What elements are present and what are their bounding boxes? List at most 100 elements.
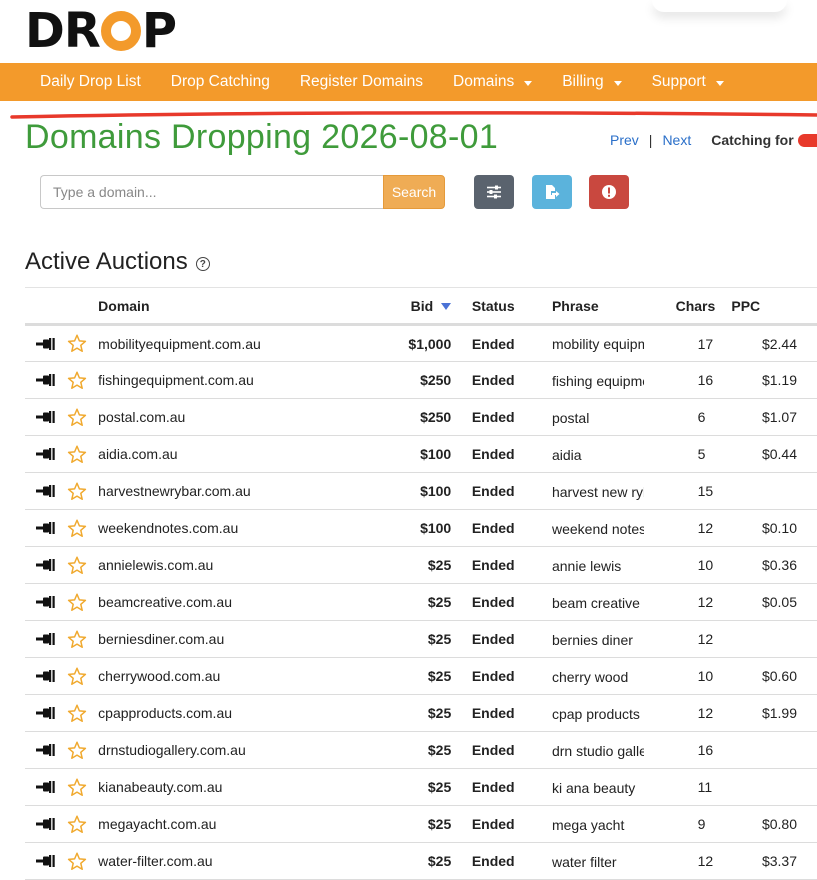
- active-auctions-title: Active Auctions: [25, 248, 188, 275]
- header-phrase[interactable]: Phrase: [551, 287, 646, 326]
- nav-item-billing[interactable]: Billing: [562, 73, 622, 91]
- favorite-star-button[interactable]: [67, 583, 99, 621]
- export-button[interactable]: [532, 175, 572, 209]
- star-outline-icon: [67, 851, 87, 870]
- top-shadow-decoration: [652, 0, 787, 12]
- domain-cell[interactable]: water-filter.com.au: [98, 842, 323, 880]
- favorite-star-button[interactable]: [67, 472, 99, 510]
- logo-o-ring: [100, 11, 141, 51]
- favorite-star-button[interactable]: [67, 842, 99, 880]
- search-button[interactable]: Search: [383, 175, 445, 209]
- nav-item-domains[interactable]: Domains: [453, 73, 533, 91]
- alert-button[interactable]: [589, 175, 629, 209]
- chars-cell: 12: [675, 620, 732, 658]
- domain-cell[interactable]: drnstudiogallery.com.au: [98, 731, 323, 769]
- domain-cell[interactable]: aidia.com.au: [98, 435, 323, 473]
- domain-cell[interactable]: weekendnotes.com.au: [98, 509, 323, 547]
- favorite-star-button[interactable]: [67, 324, 99, 362]
- nav-item-register-domains[interactable]: Register Domains: [300, 73, 423, 91]
- domain-cell[interactable]: cherrywood.com.au: [98, 657, 323, 695]
- header-spacer: [451, 287, 472, 326]
- phrase-cell: bernies diner: [551, 620, 646, 658]
- star-outline-icon: [67, 481, 87, 500]
- catch-button[interactable]: [25, 842, 68, 880]
- prev-link[interactable]: Prev: [610, 132, 639, 148]
- table-row: beamcreative.com.au $25 Ended beam creative…: [25, 583, 817, 621]
- domain-cell[interactable]: annielewis.com.au: [98, 546, 323, 584]
- catch-button[interactable]: [25, 472, 68, 510]
- ppc-cell: [731, 620, 817, 658]
- catch-button[interactable]: [25, 731, 68, 769]
- ppc-cell: $1.19: [731, 361, 817, 399]
- header-chars[interactable]: Chars: [675, 287, 732, 326]
- favorite-star-button[interactable]: [67, 731, 99, 769]
- domain-cell[interactable]: megayacht.com.au: [98, 805, 323, 843]
- catch-button[interactable]: [25, 509, 68, 547]
- nav-item-support[interactable]: Support: [652, 73, 724, 91]
- domain-cell[interactable]: fishingequipment.com.au: [98, 361, 323, 399]
- row-gap: [645, 657, 676, 695]
- help-icon[interactable]: ?: [195, 257, 210, 271]
- favorite-star-button[interactable]: [67, 546, 99, 584]
- favorite-star-button[interactable]: [67, 509, 99, 547]
- favorite-star-button[interactable]: [67, 657, 99, 695]
- table-row: water-filter.com.au $25 Ended water filter 1…: [25, 842, 817, 880]
- catch-button[interactable]: [25, 657, 68, 695]
- favorite-star-button[interactable]: [67, 398, 99, 436]
- table-row: weekendnotes.com.au $100 Ended weekend note…: [25, 509, 817, 547]
- phrase-text: cherry wood: [551, 668, 629, 685]
- filter-button[interactable]: [474, 175, 514, 209]
- bid-cell: $25: [322, 805, 452, 843]
- phrase-cell: cpap products: [551, 694, 646, 732]
- catch-button[interactable]: [25, 805, 68, 843]
- nav-item-daily-drop-list[interactable]: Daily Drop List: [40, 73, 141, 91]
- phrase-text: postal: [551, 409, 590, 426]
- drop-logo[interactable]: DR P: [25, 6, 177, 56]
- catch-button[interactable]: [25, 583, 68, 621]
- catch-plug-icon: [36, 670, 55, 682]
- catch-button[interactable]: [25, 546, 68, 584]
- domain-cell[interactable]: mobilityequipment.com.au: [98, 324, 323, 362]
- favorite-star-button[interactable]: [67, 620, 99, 658]
- domain-cell[interactable]: berniesdiner.com.au: [98, 620, 323, 658]
- favorite-star-button[interactable]: [67, 805, 99, 843]
- domain-cell[interactable]: cpapproducts.com.au: [98, 694, 323, 732]
- table-row: drnstudiogallery.com.au $25 Ended drn studi…: [25, 731, 817, 769]
- domain-cell[interactable]: harvestnewrybar.com.au: [98, 472, 323, 510]
- header-ppc[interactable]: PPC: [731, 287, 817, 326]
- phrase-text: annie lewis: [551, 557, 622, 574]
- pager-separator: |: [648, 132, 653, 148]
- favorite-star-button[interactable]: [67, 361, 99, 399]
- bid-cell: $25: [322, 768, 452, 806]
- catch-button[interactable]: [25, 361, 68, 399]
- sliders-icon: [487, 185, 501, 199]
- nav-item-drop-catching[interactable]: Drop Catching: [171, 73, 270, 91]
- favorite-star-button[interactable]: [67, 435, 99, 473]
- ppc-cell: $0.60: [731, 657, 817, 695]
- auctions-table: Domain Bid Status Phrase Chars PPC mobil…: [25, 287, 817, 880]
- catch-button[interactable]: [25, 768, 68, 806]
- catch-button[interactable]: [25, 324, 68, 362]
- status-cell: Ended: [471, 398, 552, 436]
- catch-button[interactable]: [25, 694, 68, 732]
- favorite-star-button[interactable]: [67, 768, 99, 806]
- domain-cell[interactable]: kianabeauty.com.au: [98, 768, 323, 806]
- favorite-star-button[interactable]: [67, 694, 99, 732]
- domain-cell[interactable]: beamcreative.com.au: [98, 583, 323, 621]
- header-gap: [645, 287, 676, 326]
- phrase-cell: harvest new rybar: [551, 472, 646, 510]
- header-bid[interactable]: Bid: [322, 287, 452, 326]
- domain-cell[interactable]: postal.com.au: [98, 398, 323, 436]
- header-status[interactable]: Status: [471, 287, 552, 326]
- next-link[interactable]: Next: [662, 132, 691, 148]
- catching-for-label: Catching for: [711, 132, 794, 148]
- bid-cell: $25: [322, 657, 452, 695]
- domain-search-input[interactable]: [40, 175, 384, 209]
- header-domain[interactable]: Domain: [98, 287, 323, 326]
- ppc-cell: [731, 768, 817, 806]
- catch-button[interactable]: [25, 398, 68, 436]
- catch-button[interactable]: [25, 435, 68, 473]
- catch-button[interactable]: [25, 620, 68, 658]
- bid-cell: $25: [322, 583, 452, 621]
- table-row: postal.com.au $250 Ended postal 6 $1.07: [25, 398, 817, 436]
